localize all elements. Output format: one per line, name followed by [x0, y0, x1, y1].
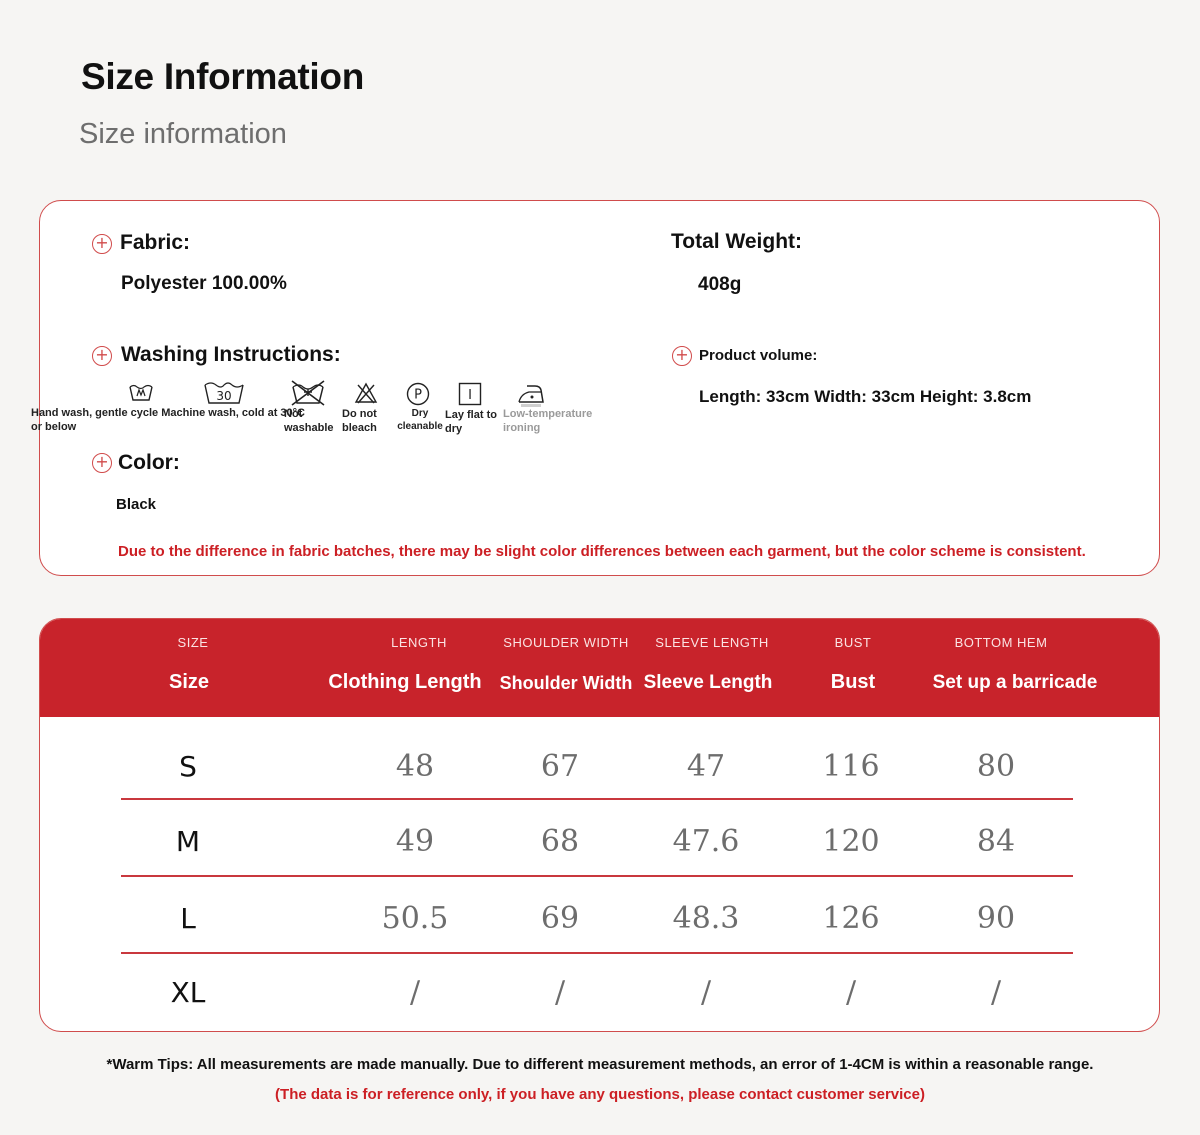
washing-instructions-label: Washing Instructions:	[121, 343, 341, 366]
table-cell: 120	[822, 824, 880, 859]
table-cell: /	[845, 975, 857, 1010]
table-cell: 90	[976, 901, 1016, 936]
low-temp-iron-icon	[517, 382, 545, 408]
row-divider	[121, 952, 1073, 954]
row-divider	[121, 798, 1073, 800]
table-cell: 67	[540, 749, 580, 784]
col-en-sleeve: SLEEVE LENGTH	[655, 635, 769, 650]
fabric-label: Fabric:	[120, 231, 191, 254]
machine-wash-30-icon: 30	[203, 379, 245, 405]
fabric-value: Polyester 100.00%	[121, 273, 287, 294]
do-not-bleach-text: Do not bleach	[342, 408, 377, 434]
color-value: Black	[116, 496, 157, 513]
contact-note-text: (The data is for reference only, if you …	[275, 1086, 925, 1103]
col-hem: Set up a barricade	[932, 672, 1098, 693]
table-cell-size: L	[180, 902, 196, 935]
plus-circle-icon: +	[92, 346, 112, 366]
lay-flat-text: Lay flat to dry	[445, 409, 497, 435]
table-cell: 49	[395, 824, 435, 859]
table-cell: 50.5	[381, 901, 449, 936]
product-volume-label: Product volume:	[699, 347, 818, 364]
table-cell-size: S	[179, 750, 197, 783]
col-bust: Bust	[830, 671, 876, 693]
plus-circle-icon: +	[92, 234, 112, 254]
table-cell-size: XL	[170, 976, 206, 1009]
col-en-length: LENGTH	[391, 635, 447, 650]
dry-cleanable-text: Dry cleanable	[397, 408, 443, 432]
table-cell: 126	[822, 901, 880, 936]
product-volume-value: Length: 33cm Width: 33cm Height: 3.8cm	[699, 387, 1032, 406]
table-cell: 48	[395, 749, 435, 784]
total-weight-label: Total Weight:	[671, 230, 803, 253]
table-cell: 47.6	[672, 824, 740, 859]
do-not-bleach-icon	[354, 382, 378, 404]
color-label: Color:	[118, 451, 180, 474]
lay-flat-dry-icon: I	[458, 382, 482, 406]
table-cell: 47	[686, 749, 726, 784]
table-cell: /	[700, 975, 712, 1010]
page-title: Size Information	[81, 56, 364, 97]
total-weight-value: 408g	[698, 274, 742, 295]
dry-clean-icon: P	[406, 382, 430, 406]
col-en-hem: BOTTOM HEM	[954, 635, 1048, 650]
lay-flat-symbol: I	[468, 388, 472, 403]
hand-wash-icon	[128, 381, 154, 403]
table-cell: /	[409, 975, 421, 1010]
warm-tips-text: *Warm Tips: All measurements are made ma…	[106, 1056, 1094, 1073]
table-cell: /	[990, 975, 1002, 1010]
table-cell: 69	[540, 901, 580, 936]
col-en-bust: BUST	[834, 635, 872, 650]
table-header: SIZE Size LENGTH Clothing Length SHOULDE…	[40, 619, 1159, 717]
plus-circle-icon: +	[92, 453, 112, 473]
product-info-card: + Fabric: Polyester 100.00% Total Weight…	[31, 200, 1160, 576]
table-cell: 116	[822, 749, 880, 784]
table-cell: 48.3	[672, 901, 740, 936]
table-cell: 80	[976, 749, 1016, 784]
not-washable-text: Not washable	[284, 408, 334, 434]
col-en-shoulder: SHOULDER WIDTH	[503, 635, 629, 650]
table-cell: /	[554, 975, 566, 1010]
col-shoulder: Shoulder Width	[499, 673, 633, 693]
table-cell: 68	[540, 824, 580, 859]
row-divider	[121, 875, 1073, 877]
page-subtitle: Size information	[79, 118, 287, 150]
machine-wash-temp: 30	[216, 389, 231, 403]
plus-circle-icon: +	[672, 346, 692, 366]
col-size: Size	[168, 671, 210, 693]
not-washable-icon	[290, 380, 326, 406]
col-length: Clothing Length	[328, 671, 482, 693]
color-difference-note: Due to the difference in fabric batches,…	[118, 543, 1086, 560]
col-sleeve: Sleeve Length	[643, 672, 773, 693]
size-table: SIZE Size LENGTH Clothing Length SHOULDE…	[39, 618, 1160, 1032]
dry-clean-symbol: P	[414, 388, 422, 403]
table-cell-size: M	[175, 825, 201, 858]
table-cell: 84	[976, 824, 1016, 859]
low-temp-iron-text: Low-temperature ironing	[503, 408, 593, 434]
col-en-size: SIZE	[177, 635, 209, 650]
hand-wash-text: Hand wash, gentle cycle Machine wash, co…	[31, 407, 305, 433]
